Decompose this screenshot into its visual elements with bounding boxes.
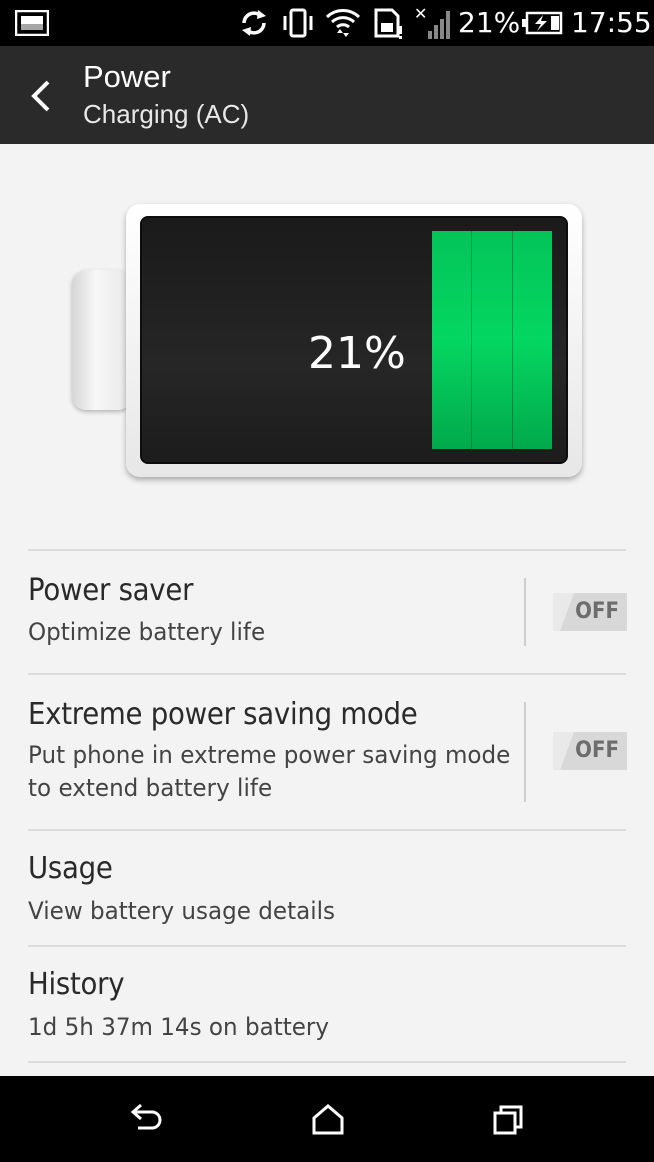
battery-charging-icon (522, 11, 563, 35)
svg-text:✕: ✕ (414, 5, 427, 23)
divider (28, 673, 626, 675)
usage-subtitle: View battery usage details (28, 897, 336, 925)
storage-icon (374, 8, 402, 39)
battery-graphic: 21% (70, 200, 586, 485)
no-signal-icon: ✕ (414, 5, 450, 39)
app-bar: Power Charging (AC) (0, 46, 654, 144)
history-subtitle: 1d 5h 37m 14s on battery (28, 1013, 330, 1041)
vibrate-icon (283, 8, 313, 38)
status-battery-percent: 21% (458, 6, 521, 39)
divider (28, 1061, 626, 1063)
wifi-icon (325, 9, 361, 37)
history-title: History (28, 967, 125, 1002)
power-saver-toggle-label: OFF (575, 599, 619, 624)
home-icon[interactable] (310, 1102, 346, 1136)
power-saver-subtitle: Optimize battery life (28, 618, 266, 646)
divider (28, 829, 626, 831)
extreme-power-saving-subtitle-line2: to extend battery life (28, 774, 273, 802)
power-saver-toggle[interactable]: OFF (553, 593, 627, 631)
vertical-separator (524, 578, 526, 646)
battery-level-fill (432, 231, 552, 449)
status-time: 17:55 (571, 6, 652, 39)
vertical-separator (524, 702, 526, 802)
sync-icon (242, 10, 266, 36)
page-title: Power (83, 59, 171, 94)
power-saver-title: Power saver (28, 573, 194, 608)
extreme-power-saving-title: Extreme power saving mode (28, 697, 418, 732)
extreme-power-saving-toggle[interactable]: OFF (553, 732, 627, 770)
battery-shell: 21% (126, 204, 582, 477)
page-subtitle: Charging (AC) (83, 99, 250, 129)
extreme-power-saving-subtitle-line1: Put phone in extreme power saving mode (28, 741, 511, 769)
status-bar: ✕ 21% 17:55 (0, 0, 654, 46)
gallery-icon (15, 10, 49, 36)
battery-level-label: 21% (308, 328, 406, 379)
back-icon[interactable] (128, 1102, 164, 1136)
usage-title: Usage (28, 851, 113, 886)
divider (28, 549, 626, 551)
back-arrow-icon[interactable] (24, 76, 58, 116)
navigation-bar (0, 1076, 654, 1162)
divider (28, 945, 626, 947)
battery-terminal (72, 270, 132, 410)
recent-apps-icon[interactable] (491, 1102, 527, 1136)
battery-display: 21% (140, 216, 568, 464)
extreme-power-saving-toggle-label: OFF (575, 738, 619, 763)
